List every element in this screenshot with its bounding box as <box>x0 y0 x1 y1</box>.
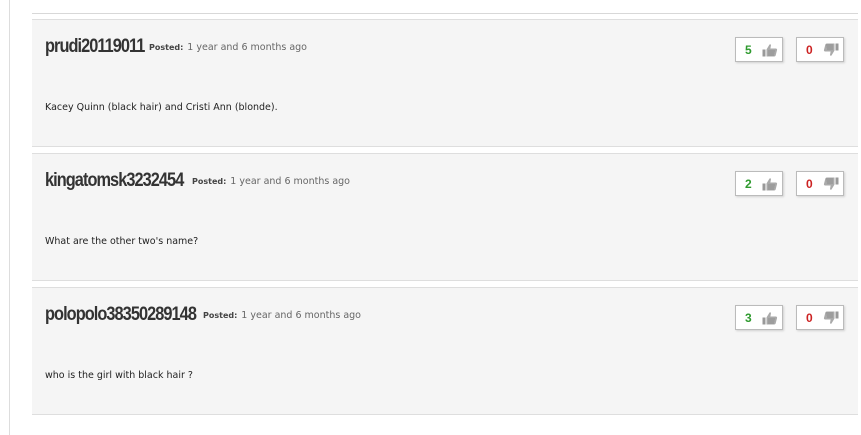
posted-label: Posted: <box>203 311 238 320</box>
posted-label: Posted: <box>192 177 227 186</box>
comment-item: polopolo38350289148 Posted: 1 year and 6 … <box>32 287 858 415</box>
posted-time: 1 year and 6 months ago <box>230 176 350 187</box>
dislike-count: 0 <box>806 310 813 325</box>
like-count: 3 <box>745 310 752 325</box>
comment-text: Kacey Quinn (black hair) and Cristi Ann … <box>45 102 278 113</box>
dislike-button[interactable]: 0 <box>796 37 844 62</box>
comment-text: What are the other two's name? <box>45 236 199 247</box>
comment-item: kingatomsk3232454 Posted: 1 year and 6 mo… <box>32 153 858 281</box>
comment-username[interactable]: polopolo38350289148 <box>45 304 197 326</box>
like-button[interactable]: 3 <box>735 305 783 330</box>
comment-meta: Posted: 1 year and 6 months ago <box>203 310 361 321</box>
dislike-count: 0 <box>806 42 813 57</box>
like-button[interactable]: 5 <box>735 37 783 62</box>
posted-label: Posted: <box>149 43 184 52</box>
comment-username[interactable]: prudi20119011 <box>45 36 145 58</box>
divider <box>9 0 10 435</box>
posted-time: 1 year and 6 months ago <box>241 310 361 321</box>
comments-section: prudi20119011 Posted: 1 year and 6 months… <box>0 0 861 435</box>
thumbs-up-icon <box>762 43 778 56</box>
divider <box>32 13 858 14</box>
dislike-count: 0 <box>806 176 813 191</box>
thumbs-down-icon <box>823 311 839 324</box>
thumbs-down-icon <box>823 177 839 190</box>
comment-item: prudi20119011 Posted: 1 year and 6 months… <box>32 19 858 147</box>
comment-username[interactable]: kingatomsk3232454 <box>45 170 184 192</box>
like-count: 2 <box>745 176 752 191</box>
comment-text: who is the girl with black hair ? <box>45 370 193 381</box>
thumbs-up-icon <box>762 311 778 324</box>
thumbs-up-icon <box>762 177 778 190</box>
like-count: 5 <box>745 42 752 57</box>
comment-meta: Posted: 1 year and 6 months ago <box>192 176 350 187</box>
dislike-button[interactable]: 0 <box>796 305 844 330</box>
like-button[interactable]: 2 <box>735 171 783 196</box>
dislike-button[interactable]: 0 <box>796 171 844 196</box>
posted-time: 1 year and 6 months ago <box>187 42 307 53</box>
thumbs-down-icon <box>823 43 839 56</box>
comment-meta: Posted: 1 year and 6 months ago <box>149 42 307 53</box>
